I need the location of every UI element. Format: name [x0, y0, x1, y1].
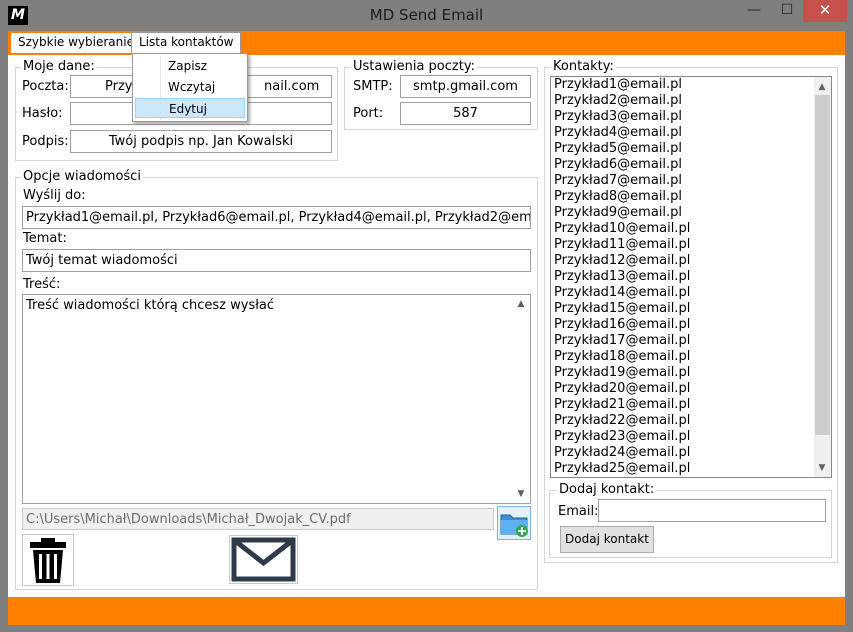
contact-item[interactable]: Przykład18@email.pl [554, 349, 690, 365]
close-button[interactable]: ✕ [803, 0, 847, 22]
contact-item[interactable]: Przykład15@email.pl [554, 301, 690, 317]
contact-item[interactable]: Przykład21@email.pl [554, 397, 690, 413]
attach-file-button[interactable] [497, 506, 531, 540]
contact-item[interactable]: Przykład1@email.pl [554, 77, 690, 93]
contact-item[interactable]: Przykład13@email.pl [554, 269, 690, 285]
clear-button[interactable] [22, 534, 74, 586]
add-contact-legend: Dodaj kontakt: [557, 482, 657, 497]
minimize-button[interactable]: — [740, 0, 768, 22]
contact-item[interactable]: Przykład11@email.pl [554, 237, 690, 253]
folder-add-icon [500, 514, 528, 537]
scroll-up-icon[interactable]: ▲ [814, 81, 830, 93]
trash-icon [30, 538, 66, 583]
contact-item[interactable]: Przykład10@email.pl [554, 221, 690, 237]
body-scrollbar[interactable]: ▲ ▼ [513, 295, 530, 503]
attachment-path-field: C:\Users\Michał\Downloads\Michał_Dwojak_… [22, 508, 494, 530]
subject-field[interactable]: Twój temat wiadomości [22, 249, 531, 272]
contact-item[interactable]: Przykład19@email.pl [554, 365, 690, 381]
body-text: Treść wiadomości którą chcesz wysłać [26, 298, 275, 313]
mail-settings-legend: Ustawienia poczty: [351, 59, 477, 74]
scroll-down-icon[interactable]: ▼ [513, 488, 529, 500]
maximize-button[interactable]: ☐ [772, 0, 802, 22]
signature-field[interactable]: Twój podpis np. Jan Kowalski [70, 130, 332, 153]
scrollbar-thumb[interactable] [815, 95, 830, 435]
contact-item[interactable]: Przykład5@email.pl [554, 141, 690, 157]
contact-item[interactable]: Przykład25@email.pl [554, 461, 690, 477]
contact-item[interactable]: Przykład23@email.pl [554, 429, 690, 445]
contacts-legend: Kontakty: [551, 59, 616, 74]
signature-label: Podpis: [22, 134, 69, 149]
body-textarea[interactable]: Treść wiadomości którą chcesz wysłać ▲ ▼ [22, 294, 531, 504]
contact-item[interactable]: Przykład24@email.pl [554, 445, 690, 461]
send-button[interactable] [229, 535, 298, 584]
smtp-label: SMTP: [353, 79, 393, 94]
contact-item[interactable]: Przykład2@email.pl [554, 93, 690, 109]
subject-label: Temat: [23, 231, 67, 246]
window-title: MD Send Email [369, 6, 484, 24]
add-email-field[interactable] [598, 499, 826, 522]
add-contact-button[interactable]: Dodaj kontakt [560, 526, 654, 553]
menu-contact-list[interactable]: Lista kontaktów [131, 32, 242, 54]
send-to-field[interactable]: Przykład1@email.pl, Przykład6@email.pl, … [22, 206, 531, 229]
port-label: Port: [353, 106, 384, 121]
contact-list-scrollbar[interactable]: ▲ ▼ [814, 77, 831, 477]
menu-item-load[interactable]: Wczytaj [135, 77, 245, 97]
contact-item[interactable]: Przykład9@email.pl [554, 205, 690, 221]
contact-list[interactable]: Przykład1@email.pl Przykład2@email.pl Przy… [550, 76, 832, 478]
port-field[interactable]: 587 [400, 102, 531, 125]
contact-item[interactable]: Przykład8@email.pl [554, 189, 690, 205]
mail-label: Poczta: [22, 79, 69, 94]
envelope-icon [231, 537, 296, 582]
contact-item[interactable]: Przykład22@email.pl [554, 413, 690, 429]
contact-list-dropdown: Zapisz Wczytaj Edytuj [132, 53, 248, 122]
status-bar [8, 597, 845, 625]
body-label: Treść: [23, 277, 61, 292]
add-email-label: Email: [558, 504, 599, 519]
contact-item[interactable]: Przykład3@email.pl [554, 109, 690, 125]
password-label: Hasło: [22, 106, 63, 121]
send-to-label: Wyślij do: [23, 188, 86, 203]
scroll-up-icon[interactable]: ▲ [513, 298, 529, 310]
contact-item[interactable]: Przykład16@email.pl [554, 317, 690, 333]
scroll-down-icon[interactable]: ▼ [814, 462, 830, 474]
contact-item[interactable]: Przykład14@email.pl [554, 285, 690, 301]
my-data-legend: Moje dane: [21, 59, 97, 74]
menu-item-save[interactable]: Zapisz [135, 56, 245, 76]
mail-value-left: Przy [105, 79, 133, 94]
menu-quick-dial[interactable]: Szybkie wybieranie [11, 33, 141, 53]
menu-item-edit[interactable]: Edytuj [135, 98, 245, 118]
contact-item[interactable]: Przykład17@email.pl [554, 333, 690, 349]
contact-item[interactable]: Przykład7@email.pl [554, 173, 690, 189]
contact-item[interactable]: Przykład12@email.pl [554, 253, 690, 269]
smtp-field[interactable]: smtp.gmail.com [400, 75, 531, 98]
mail-value-right: nail.com [264, 79, 320, 94]
contact-item[interactable]: Przykład20@email.pl [554, 381, 690, 397]
message-options-legend: Opcje wiadomości [21, 169, 143, 184]
contact-item[interactable]: Przykład4@email.pl [554, 125, 690, 141]
contact-item[interactable]: Przykład6@email.pl [554, 157, 690, 173]
